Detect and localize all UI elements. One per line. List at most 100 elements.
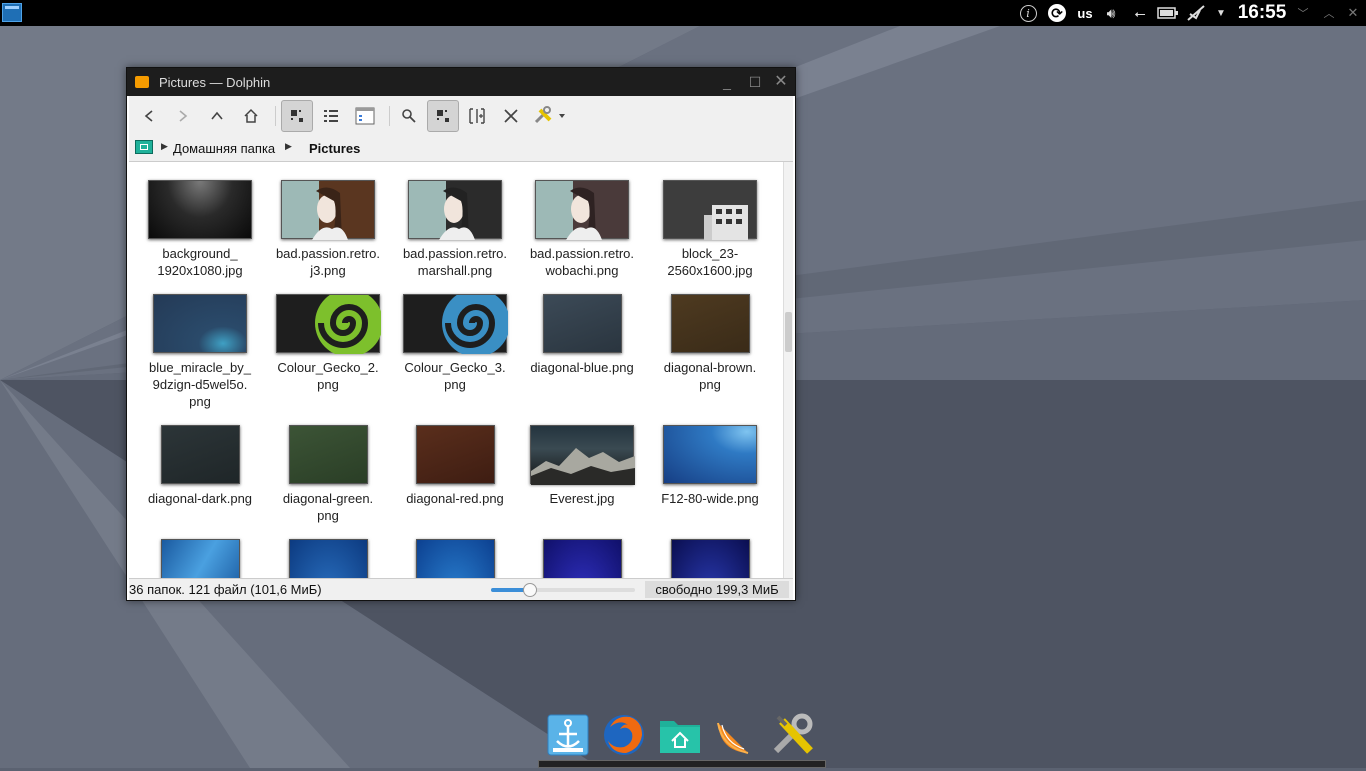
file-item[interactable]: diagonal-blue.png: [522, 294, 642, 376]
keyboard-layout[interactable]: us: [1074, 0, 1096, 26]
vertical-scrollbar[interactable]: [783, 162, 793, 578]
up-button[interactable]: [201, 100, 233, 132]
network-disconnected-icon[interactable]: [1184, 0, 1208, 26]
home-folder-dock-icon[interactable]: [658, 712, 702, 758]
list-view-icon: [324, 110, 338, 122]
file-item[interactable]: blue_miracle_by_ 9dzign-d5wel5o. png: [140, 294, 260, 410]
split-view-button[interactable]: [461, 100, 493, 132]
breadcrumb-current[interactable]: Pictures: [309, 141, 360, 156]
file-thumbnail: [148, 180, 252, 239]
compact-view-button[interactable]: [315, 100, 347, 132]
home-folder-icon[interactable]: [135, 140, 153, 154]
search-button[interactable]: [393, 100, 425, 132]
window-title: Pictures — Dolphin: [159, 75, 271, 90]
file-item[interactable]: block_23- 2560x1600.jpg: [650, 180, 770, 279]
file-item[interactable]: Everest.jpg: [522, 425, 642, 507]
delete-button[interactable]: [495, 100, 527, 132]
file-name: bad.passion.retro. j3.png: [275, 246, 381, 278]
scrollbar-thumb[interactable]: [785, 312, 792, 352]
window-titlebar[interactable]: Pictures — Dolphin _ ☐ ✕: [127, 68, 795, 96]
file-thumbnail: [288, 539, 368, 578]
tray-expand-icon[interactable]: ▼: [1212, 0, 1230, 26]
icons-view-button[interactable]: [281, 100, 313, 132]
dock-launcher-icon[interactable]: [546, 712, 590, 758]
usb-icon[interactable]: ⭠: [1128, 0, 1152, 26]
file-item[interactable]: [140, 539, 260, 578]
file-item[interactable]: bad.passion.retro. j3.png: [268, 180, 388, 279]
breadcrumb-home[interactable]: Домашняя папка: [173, 141, 275, 156]
settings-tools-icon[interactable]: [770, 712, 814, 758]
file-item[interactable]: Colour_Gecko_2. png: [268, 294, 388, 393]
zoom-slider-handle[interactable]: [522, 583, 537, 597]
folder-icon: [135, 76, 149, 88]
application-menu-icon[interactable]: [2, 3, 22, 22]
minimize-button[interactable]: _: [717, 72, 737, 92]
file-name: background_ 1920x1080.jpg: [157, 246, 243, 278]
file-thumbnail: [288, 425, 368, 484]
file-item[interactable]: Colour_Gecko_3. png: [395, 294, 515, 393]
file-item[interactable]: diagonal-green. png: [268, 425, 388, 524]
free-space-indicator[interactable]: свободно 199,3 МиБ: [645, 581, 789, 598]
file-name: F12-80-wide.png: [661, 491, 759, 506]
breadcrumb-separator-icon[interactable]: ▶: [285, 141, 292, 152]
settings-menu-button[interactable]: [529, 100, 569, 132]
details-view-button[interactable]: [349, 100, 381, 132]
orange-app-icon[interactable]: [714, 712, 758, 758]
file-name: diagonal-red.png: [406, 491, 504, 506]
file-thumbnail: [153, 294, 247, 353]
file-item[interactable]: diagonal-red.png: [395, 425, 515, 507]
dolphin-window[interactable]: Pictures — Dolphin _ ☐ ✕ ▶ Домашняя папк…: [126, 67, 796, 601]
file-item[interactable]: diagonal-dark.png: [140, 425, 260, 507]
back-icon: [144, 110, 153, 122]
battery-icon[interactable]: [1156, 0, 1180, 26]
file-item[interactable]: bad.passion.retro. marshall.png: [395, 180, 515, 279]
toolbar: [129, 96, 793, 136]
file-item[interactable]: [395, 539, 515, 578]
file-item[interactable]: [268, 539, 388, 578]
dock-shelf: [538, 760, 826, 768]
breadcrumb: ▶ Домашняя папка ▶ Pictures: [129, 136, 793, 162]
file-thumbnail: [670, 539, 750, 578]
maximize-button[interactable]: ☐: [745, 72, 765, 92]
preview-toggle-button[interactable]: [427, 100, 459, 132]
close-button[interactable]: ✕: [771, 72, 791, 92]
forward-button[interactable]: [167, 100, 199, 132]
file-item[interactable]: bad.passion.retro. wobachi.png: [522, 180, 642, 279]
file-name: diagonal-blue.png: [530, 360, 634, 375]
file-name: Colour_Gecko_3. png: [404, 360, 506, 392]
file-name: diagonal-dark.png: [147, 491, 253, 506]
dock: [540, 706, 830, 768]
panel-minimize-icon[interactable]: ﹀: [1294, 0, 1312, 26]
file-thumbnail: [535, 180, 629, 240]
panel-maximize-icon[interactable]: ︿: [1320, 0, 1338, 26]
file-item[interactable]: background_ 1920x1080.jpg: [140, 180, 260, 279]
file-thumbnail: [403, 294, 508, 354]
back-button[interactable]: [133, 100, 165, 132]
file-thumbnail: [530, 425, 635, 485]
breadcrumb-separator-icon[interactable]: ▶: [161, 141, 168, 152]
file-thumbnail: [663, 180, 757, 240]
file-item[interactable]: F12-80-wide.png: [650, 425, 770, 507]
info-icon[interactable]: i: [1018, 0, 1038, 26]
file-thumbnail: [160, 539, 240, 578]
firefox-icon[interactable]: [602, 712, 646, 758]
file-view[interactable]: background_ 1920x1080.jpg bad.passion.re…: [129, 162, 783, 578]
file-thumbnail: [663, 425, 757, 484]
preview-icon: [437, 110, 449, 122]
up-icon: [211, 111, 223, 120]
clock[interactable]: 16:55: [1232, 0, 1292, 26]
home-button[interactable]: [235, 100, 267, 132]
home-icon: [244, 108, 258, 123]
update-icon[interactable]: ⟳: [1046, 0, 1068, 26]
file-item[interactable]: [522, 539, 642, 578]
details-view-icon: [355, 107, 375, 125]
file-item[interactable]: [650, 539, 770, 578]
icons-view-icon: [291, 110, 303, 122]
file-name: bad.passion.retro. marshall.png: [402, 246, 508, 278]
split-icon: [469, 108, 485, 124]
volume-icon[interactable]: 🔊︎: [1100, 0, 1122, 26]
file-item[interactable]: diagonal-brown. png: [650, 294, 770, 393]
zoom-slider[interactable]: [491, 583, 635, 597]
panel-close-icon[interactable]: ✕: [1344, 0, 1362, 26]
file-thumbnail: [281, 180, 375, 240]
